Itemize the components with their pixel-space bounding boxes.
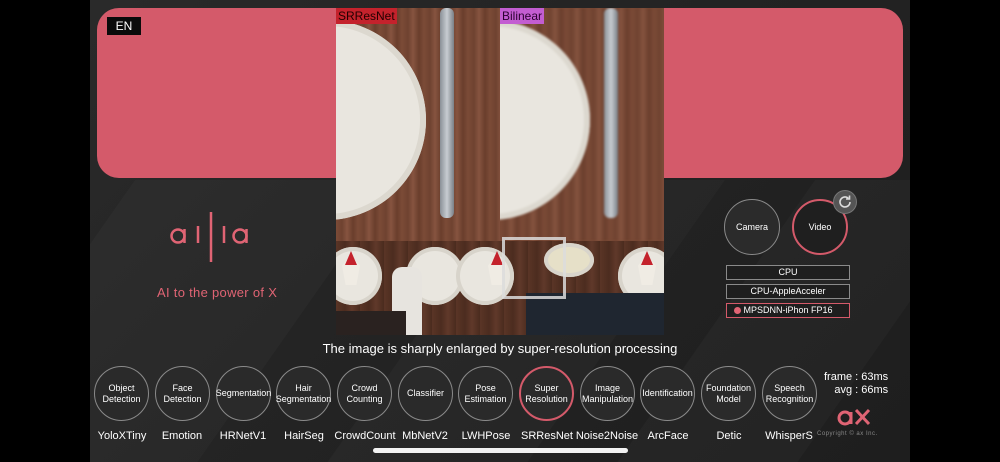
- switch-camera-button[interactable]: [833, 190, 857, 214]
- task-label: Object Detection: [102, 382, 141, 404]
- viewer-caption: The image is sharply enlarged by super-r…: [322, 341, 678, 356]
- task-label: Super Resolution: [525, 382, 568, 404]
- backend-cpu[interactable]: CPU: [726, 265, 850, 280]
- ailia-logo: [170, 212, 248, 262]
- srresnet-output: [336, 8, 500, 241]
- model-name[interactable]: ArcFace: [633, 430, 703, 442]
- bilinear-output: [500, 8, 664, 241]
- model-name[interactable]: Emotion: [147, 430, 217, 442]
- task-label: Crowd Counting: [346, 382, 383, 404]
- backend-mpsdnn[interactable]: MPSDNN-iPhon FP16: [726, 303, 850, 318]
- task-label: Face Detection: [163, 382, 202, 404]
- task-object-detection[interactable]: Object Detection: [94, 366, 149, 421]
- bilinear-label: Bilinear: [500, 8, 545, 24]
- task-label: Hair Segmentation: [275, 382, 332, 404]
- task-label: Identification: [642, 388, 693, 398]
- backend-mpsdnn-label: MPSDNN-iPhon FP16: [743, 305, 833, 315]
- task-classifier[interactable]: Classifier: [398, 366, 453, 421]
- backend-cpu-apple-label: CPU-AppleAcceler: [750, 286, 826, 296]
- model-name[interactable]: HRNetV1: [208, 430, 278, 442]
- ax-logo: [837, 408, 871, 426]
- camera-button[interactable]: Camera: [724, 199, 780, 255]
- image-viewer: SRResNet Bilinear: [336, 8, 664, 335]
- camera-button-label: Camera: [735, 222, 768, 232]
- frame-time: frame : 63ms: [824, 371, 889, 383]
- task-label: Pose Estimation: [464, 382, 507, 404]
- video-button-label: Video: [808, 222, 832, 232]
- task-speech-recognition[interactable]: Speech Recognition: [762, 366, 817, 421]
- backend-cpu-label: CPU: [778, 267, 798, 277]
- task-pose-estimation[interactable]: Pose Estimation: [458, 366, 513, 421]
- copyright: Copyright © ax Inc.: [817, 431, 878, 437]
- srresnet-label: SRResNet: [336, 8, 397, 24]
- brand-tagline: AI to the power of X: [157, 285, 278, 300]
- task-segmentation[interactable]: Segmentation: [216, 366, 271, 421]
- refresh-icon: [839, 195, 851, 208]
- task-foundation-model[interactable]: Foundation Model: [701, 366, 756, 421]
- task-hair-segmentation[interactable]: Hair Segmentation: [276, 366, 331, 421]
- home-indicator[interactable]: [373, 448, 628, 453]
- zoom-region-marker[interactable]: [502, 237, 566, 299]
- model-name[interactable]: HairSeg: [269, 430, 339, 442]
- task-label: Foundation Model: [705, 382, 752, 404]
- task-crowd-counting[interactable]: Crowd Counting: [337, 366, 392, 421]
- task-label: Classifier: [406, 388, 444, 398]
- task-image-manipulation[interactable]: Image Manipulation: [580, 366, 635, 421]
- model-name[interactable]: Noise2Noise: [572, 430, 642, 442]
- performance-stats: frame : 63ms avg : 66ms: [824, 371, 888, 397]
- avg-time: avg : 66ms: [834, 384, 889, 396]
- task-label: Segmentation: [215, 388, 272, 398]
- backend-cpu-apple-accelerate[interactable]: CPU-AppleAcceler: [726, 284, 850, 299]
- selected-dot-icon: [734, 307, 741, 314]
- task-super-resolution[interactable]: Super Resolution: [519, 366, 574, 421]
- model-name[interactable]: LWHPose: [451, 430, 521, 442]
- task-label: Speech Recognition: [765, 382, 814, 404]
- model-name[interactable]: WhisperS: [754, 430, 824, 442]
- language-toggle[interactable]: EN: [107, 17, 141, 35]
- source-video-frame: [336, 241, 664, 335]
- task-label: Image Manipulation: [581, 382, 634, 404]
- model-name[interactable]: MbNetV2: [390, 430, 460, 442]
- task-identification[interactable]: Identification: [640, 366, 695, 421]
- task-face-detection[interactable]: Face Detection: [155, 366, 210, 421]
